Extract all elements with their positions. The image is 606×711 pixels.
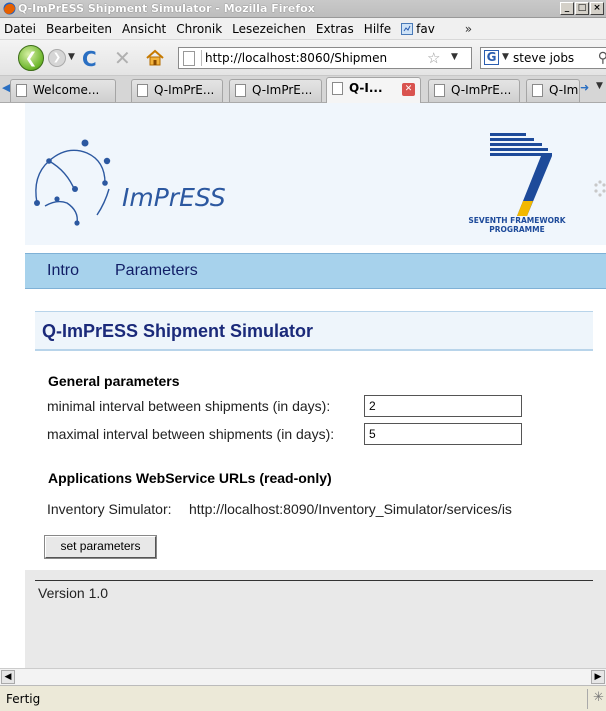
page-icon	[183, 51, 195, 66]
inventory-simulator-url: http://localhost:8090/Inventory_Simulato…	[189, 501, 512, 517]
page-icon	[532, 84, 543, 97]
general-parameters-heading: General parameters	[48, 373, 180, 389]
window-titlebar: Q-ImPrESS Shipment Simulator - Mozilla F…	[0, 0, 606, 18]
bookmarks-overflow-icon[interactable]: »	[465, 22, 472, 36]
qimpress-logo-icon	[34, 139, 111, 226]
page-footer: Version 1.0	[25, 570, 606, 622]
forward-button[interactable]: ❯	[48, 49, 66, 67]
page-header: ImPrESS SEVENTH FRAMEWORK PROGRAMME	[25, 103, 606, 245]
menu-bar: Datei Bearbeiten Ansicht Chronik Lesezei…	[0, 18, 606, 40]
page-title: Q-ImPrESS Shipment Simulator	[42, 321, 314, 341]
tab-label: Q-ImPrE...	[154, 83, 215, 97]
bookmark-fav[interactable]: fav	[401, 22, 435, 36]
url-dropdown-icon[interactable]: ▼	[451, 52, 458, 62]
page-nav: Intro Parameters	[25, 253, 606, 289]
google-icon[interactable]: G	[484, 50, 499, 65]
tab-label: Q-I...	[349, 81, 383, 95]
search-bar[interactable]: G ▼ steve jobs ⚲	[480, 47, 606, 69]
menu-extras[interactable]: Extras	[316, 22, 354, 36]
page-title-band: Q-ImPrESS Shipment Simulator	[35, 311, 593, 351]
logo-text: ImPrESS	[122, 183, 226, 212]
navigation-toolbar: ❮ ❯ ▼ C ✕ http://localhost:8060/Shipmen …	[0, 40, 606, 76]
nav-parameters-link[interactable]: Parameters	[115, 262, 198, 280]
max-interval-input[interactable]	[364, 423, 522, 445]
set-parameters-button[interactable]: set parameters	[44, 535, 157, 559]
min-interval-input[interactable]	[364, 395, 522, 417]
menu-ansicht[interactable]: Ansicht	[122, 22, 166, 36]
max-interval-label: maximal interval between shipments (in d…	[47, 426, 335, 442]
tab-label: Q-ImPrE...	[451, 83, 512, 97]
tab-close-icon[interactable]: ✕	[402, 83, 415, 96]
tab-qimpress-2[interactable]: Q-ImPrE...	[229, 79, 322, 102]
bookmark-star-icon[interactable]: ☆	[427, 49, 440, 67]
window-title: Q-ImPrESS Shipment Simulator - Mozilla F…	[18, 2, 315, 15]
url-text[interactable]: http://localhost:8060/Shipmen	[205, 51, 425, 65]
tab-scroll-right-icon[interactable]: ➜	[580, 81, 589, 94]
page-bottom-area	[25, 622, 606, 668]
simulator-page: ImPrESS SEVENTH FRAMEWORK PROGRAMME Intr…	[25, 103, 606, 668]
menu-bearbeiten[interactable]: Bearbeiten	[46, 22, 112, 36]
tab-list-dropdown-icon[interactable]: ▼	[596, 81, 603, 91]
bookmark-fav-label: fav	[416, 21, 435, 36]
menu-lesezeichen[interactable]: Lesezeichen	[232, 22, 306, 36]
page-icon	[16, 84, 27, 97]
tab-qimpress-3[interactable]: Q-ImPrE...	[428, 79, 520, 102]
scroll-left-icon[interactable]: ◀	[1, 670, 15, 684]
page-icon	[137, 84, 148, 97]
tab-active[interactable]: Q-I... ✕	[326, 77, 421, 103]
fp7-text-line1: SEVENTH FRAMEWORK	[468, 216, 566, 225]
fp7-text-line2: PROGRAMME	[489, 225, 545, 234]
history-dropdown-icon[interactable]: ▼	[68, 52, 75, 62]
tab-bar: ◀ Welcome... Q-ImPrE... Q-ImPrE... Q-I..…	[0, 76, 606, 103]
applications-heading: Applications WebService URLs (read-only)	[48, 470, 332, 486]
page-icon	[332, 82, 343, 95]
nav-intro-link[interactable]: Intro	[47, 262, 79, 280]
min-interval-label: minimal interval between shipments (in d…	[47, 398, 331, 414]
menu-datei[interactable]: Datei	[4, 22, 36, 36]
menu-chronik[interactable]: Chronik	[176, 22, 222, 36]
back-button[interactable]: ❮	[18, 45, 44, 71]
status-text: Fertig	[6, 692, 41, 706]
page-icon	[434, 84, 445, 97]
status-bar: Fertig ✳	[0, 685, 606, 711]
menu-hilfe[interactable]: Hilfe	[364, 22, 391, 36]
loading-spinner-icon	[594, 180, 606, 197]
page-content: ImPrESS SEVENTH FRAMEWORK PROGRAMME Intr…	[0, 103, 606, 668]
tab-qimpress-4[interactable]: Q-Im	[526, 79, 580, 102]
page-icon	[235, 84, 246, 97]
search-icon[interactable]: ⚲	[598, 50, 606, 66]
bookmark-page-icon	[401, 22, 414, 35]
search-engine-dropdown-icon[interactable]: ▼	[502, 52, 509, 62]
version-text: Version 1.0	[38, 585, 109, 601]
firefox-icon	[3, 2, 16, 15]
maximize-button[interactable]: □	[575, 2, 589, 15]
horizontal-scrollbar[interactable]: ◀ ▶	[0, 668, 606, 685]
tab-label: Q-Im	[549, 83, 579, 97]
tab-label: Welcome...	[33, 83, 100, 97]
minimize-button[interactable]: _	[560, 2, 574, 15]
reload-icon[interactable]: C	[82, 47, 97, 71]
url-bar[interactable]: http://localhost:8060/Shipmen ☆ ▼	[178, 47, 472, 69]
tab-label: Q-ImPrE...	[252, 83, 313, 97]
firebug-icon[interactable]: ✳	[593, 690, 604, 705]
scroll-right-icon[interactable]: ▶	[591, 670, 605, 684]
close-button[interactable]: ×	[590, 2, 604, 15]
inventory-simulator-label: Inventory Simulator:	[47, 501, 172, 517]
home-icon[interactable]	[145, 48, 165, 68]
tab-qimpress-1[interactable]: Q-ImPrE...	[131, 79, 223, 102]
search-input[interactable]: steve jobs	[513, 51, 574, 65]
fp7-logo-icon	[490, 133, 552, 216]
stop-icon[interactable]: ✕	[114, 46, 131, 70]
tab-welcome[interactable]: Welcome...	[10, 79, 116, 102]
